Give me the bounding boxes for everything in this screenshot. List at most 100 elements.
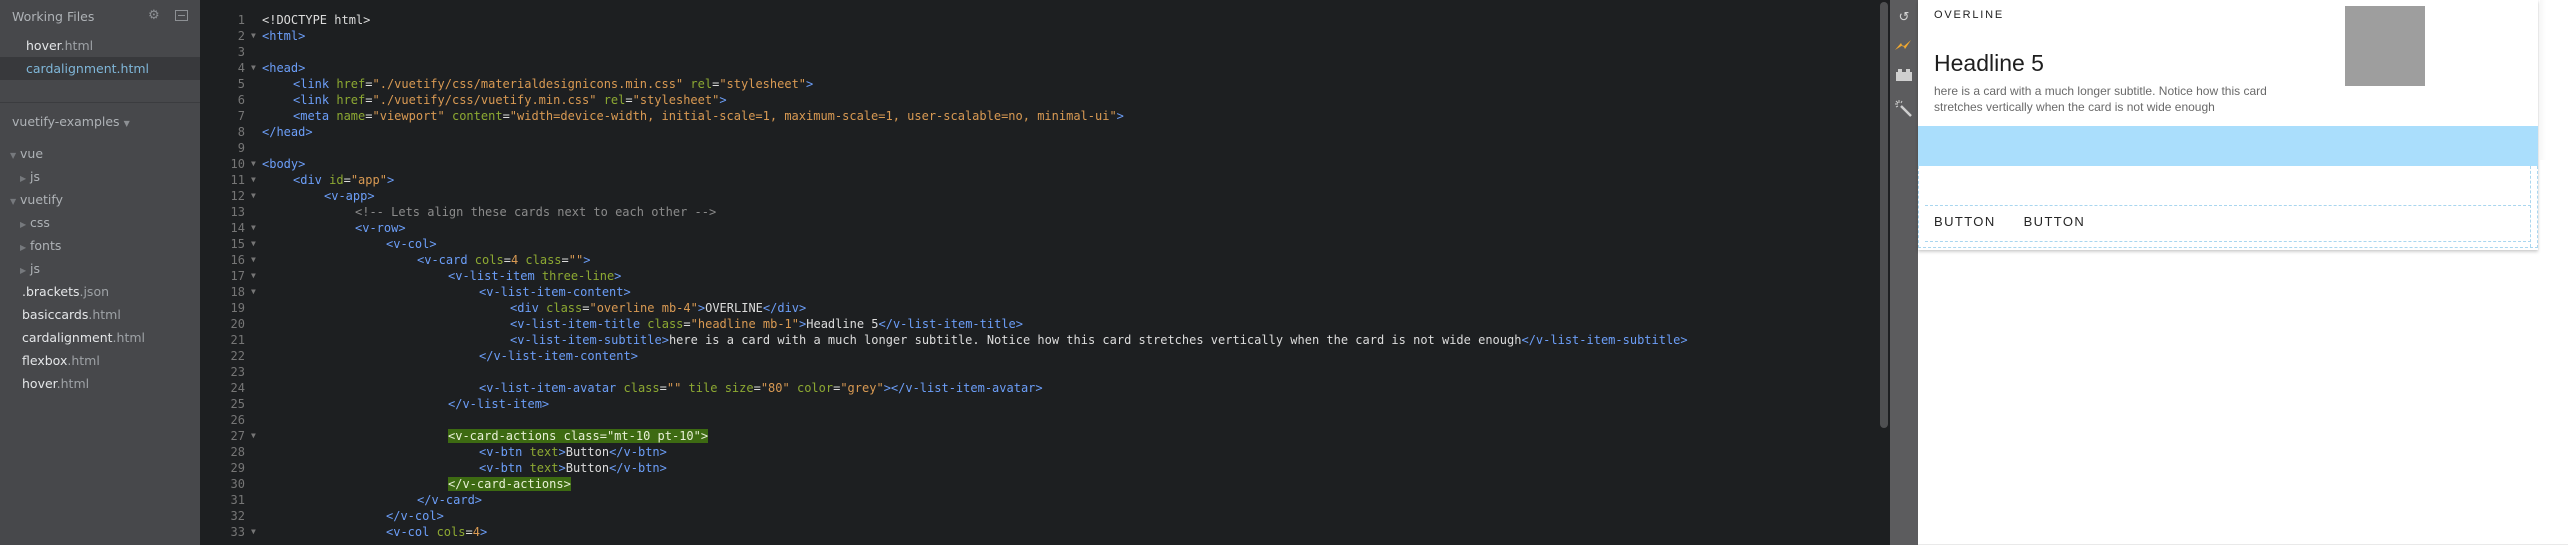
card-button-2[interactable]: BUTTON [2020,214,2090,229]
fold-toggle-icon[interactable]: ▼ [251,428,261,444]
right-toolbar: ↺ [1890,0,1918,545]
code-line[interactable]: 6 <link href="./vuetify/css/vuetify.min.c… [200,92,1880,108]
code-line[interactable]: 31 </v-card> [200,492,1880,508]
code-token: <v-list-item-avatar [479,381,624,395]
folder-collapsed-icon[interactable]: ▶ [20,213,30,236]
code-token: Headline 5 [806,317,879,331]
fold-toggle-icon[interactable]: ▼ [251,172,261,188]
code-line[interactable]: 29 <v-btn text>Button</v-btn> [200,460,1880,476]
fold-toggle-icon[interactable]: ▼ [251,188,261,204]
line-number: 11 [230,173,245,187]
tree-folder[interactable]: ▼ vue [0,142,200,165]
lightning-icon[interactable] [1894,38,1914,58]
code-token: <v-col [386,525,437,539]
code-line[interactable]: 12 ▼ <v-app> [200,188,1880,204]
fold-toggle-icon[interactable]: ▼ [251,220,261,236]
split-view-icon[interactable] [175,10,188,21]
code-editor[interactable]: 1 <!DOCTYPE html> 2 ▼ <html> 3 4 ▼ <head> 5 <link … [200,0,1880,545]
code-line[interactable]: 28 <v-btn text>Button</v-btn> [200,444,1880,460]
code-token: rel [690,77,713,91]
code-line[interactable]: 4 ▼ <head> [200,60,1880,76]
fold-toggle-icon[interactable]: ▼ [251,60,261,76]
code-line[interactable]: 21 <v-list-item-subtitle>here is a card w… [200,332,1880,348]
fold-toggle-icon[interactable]: ▼ [251,252,261,268]
code-line[interactable]: 11 ▼ <div id="app"> [200,172,1880,188]
code-line[interactable]: 5 <link href="./vuetify/css/materialdesig… [200,76,1880,92]
code-text: <body> [262,156,305,172]
fold-toggle-icon[interactable]: ▼ [251,524,261,540]
code-line[interactable]: 13 <!-- Lets align these cards next to ea… [200,204,1880,220]
gear-icon[interactable]: ⚙ [148,9,161,22]
code-text: <!-- Lets align these cards next to each… [355,204,716,220]
line-number: 25 [230,397,245,411]
code-line[interactable]: 22 </v-list-item-content> [200,348,1880,364]
fold-toggle-icon[interactable]: ▼ [251,236,261,252]
card-actions: BUTTON BUTTON [1930,214,2089,229]
tree-file[interactable]: cardalignment.html [0,326,200,349]
code-line[interactable]: 16 ▼ <v-card cols=4 class=""> [200,252,1880,268]
tree-file[interactable]: basiccards.html [0,303,200,326]
fold-toggle-icon[interactable]: ▼ [251,156,261,172]
working-file-item[interactable]: hover.html [0,34,200,57]
line-number: 33 [230,525,245,539]
code-line[interactable]: 24 <v-list-item-avatar class="" tile size… [200,380,1880,396]
tree-folder[interactable]: ▶ css [0,211,200,234]
matched-tag-highlight: <v-card-actions class="mt-10 pt-10"> [448,429,709,443]
code-line[interactable]: 32 </v-col> [200,508,1880,524]
editor-scrollbar[interactable] [1880,2,1888,428]
code-line[interactable]: 17 ▼ <v-list-item three-line> [200,268,1880,284]
magic-wand-icon[interactable] [1894,100,1914,120]
tree-file[interactable]: flexbox.html [0,349,200,372]
code-line[interactable]: 27 ▼ <v-card-actions class="mt-10 pt-10"> [200,428,1880,444]
code-line[interactable]: 18 ▼ <v-list-item-content> [200,284,1880,300]
fold-toggle-icon[interactable]: ▼ [251,268,261,284]
code-token: = [365,109,373,123]
code-line[interactable]: 10 ▼ <body> [200,156,1880,172]
folder-collapsed-icon[interactable]: ▶ [20,167,30,190]
tree-folder[interactable]: ▶ js [0,257,200,280]
code-text: <v-row> [355,220,406,236]
card-button-1[interactable]: BUTTON [1930,214,2000,229]
live-preview-icon[interactable]: ↺ [1894,8,1914,28]
code-token: </v-btn> [609,445,667,459]
code-line[interactable]: 33 ▼ <v-col cols=4> [200,524,1880,540]
tree-folder[interactable]: ▼ vuetify [0,188,200,211]
folder-collapsed-icon[interactable]: ▶ [20,259,30,282]
code-line[interactable]: 19 <div class="overline mb-4">OVERLINE</d… [200,300,1880,316]
code-line[interactable]: 30 </v-card-actions> [200,476,1880,492]
code-line[interactable]: 1 <!DOCTYPE html> [200,12,1880,28]
file-basename: flexbox [22,353,68,368]
fold-toggle-icon[interactable]: ▼ [251,28,261,44]
extension-manager-icon[interactable] [1894,68,1914,88]
code-line[interactable]: 26 [200,412,1880,428]
tree-file[interactable]: hover.html [0,372,200,395]
fold-toggle-icon[interactable]: ▼ [251,284,261,300]
code-text: <v-btn text>Button</v-btn> [479,460,667,476]
working-file-item[interactable]: cardalignment.html [0,57,200,80]
code-token: three-line [541,269,615,283]
project-title-dropdown[interactable]: vuetify-examples ▼ [12,113,130,131]
code-line[interactable]: 25 </v-list-item> [200,396,1880,412]
code-line[interactable]: 7 <meta name="viewport" content="width=de… [200,108,1880,124]
code-line[interactable]: 2 ▼ <html> [200,28,1880,44]
code-token: "./vuetify/css/vuetify.min.css" [372,93,597,107]
code-line[interactable]: 8 </head> [200,124,1880,140]
folder-expanded-icon[interactable]: ▼ [10,144,20,167]
code-line[interactable]: 23 [200,364,1880,380]
code-line[interactable]: 20 <v-list-item-title class="headline mb-… [200,316,1880,332]
line-number: 6 [237,93,245,107]
code-token: = [343,173,351,187]
code-line[interactable]: 9 [200,140,1880,156]
code-line[interactable]: 3 [200,44,1880,60]
tree-folder[interactable]: ▶ js [0,165,200,188]
code-token: <html> [262,29,306,43]
tree-file[interactable]: .brackets.json [0,280,200,303]
tree-folder[interactable]: ▶ fonts [0,234,200,257]
folder-expanded-icon[interactable]: ▼ [10,190,20,213]
folder-collapsed-icon[interactable]: ▶ [20,236,30,259]
code-line[interactable]: 15 ▼ <v-col> [200,236,1880,252]
code-line[interactable]: 14 ▼ <v-row> [200,220,1880,236]
code-text: <v-btn text>Button</v-btn> [479,444,667,460]
code-token: <v-list-item [448,269,542,283]
code-token: "headline mb-1" [690,317,800,331]
